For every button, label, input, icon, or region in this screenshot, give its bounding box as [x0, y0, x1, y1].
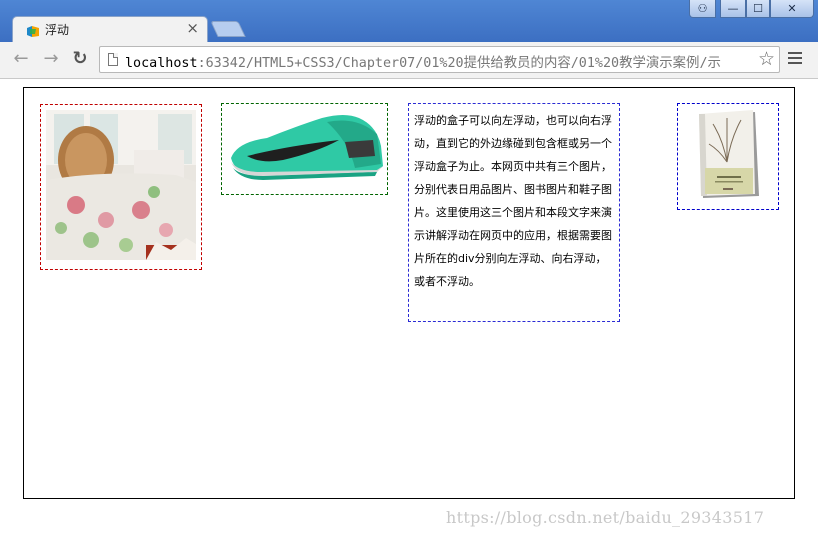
address-url[interactable]: localhost:63342/HTML5+CSS3/Chapter07/01%… [125, 51, 755, 71]
close-window-button[interactable]: ✕ [770, 0, 814, 18]
minimize-button[interactable]: — [720, 0, 746, 18]
tab-close-icon[interactable]: × [186, 19, 199, 37]
forward-arrow-icon[interactable]: → [40, 48, 62, 70]
page-viewport: 浮动的盒子可以向左浮动，也可以向右浮动，直到它的外边缘碰到包含框或另一个浮动盒子… [0, 79, 818, 540]
tab-title: 浮动 [45, 23, 70, 37]
float-description-text: 浮动的盒子可以向左浮动，也可以向右浮动，直到它的外边缘碰到包含框或另一个浮动盒子… [414, 114, 612, 288]
bookmark-star-icon[interactable]: ☆ [758, 48, 775, 70]
window-titlebar[interactable]: 浮动 × ⚇ — ☐ ✕ [0, 0, 818, 42]
book-image [697, 110, 763, 200]
user-profile-button[interactable]: ⚇ [689, 0, 716, 18]
watermark-text: https://blog.csdn.net/baidu_29343517 [446, 508, 765, 527]
tab-active[interactable]: 浮动 × [12, 16, 208, 42]
favicon-icon [26, 23, 40, 37]
back-arrow-icon[interactable]: ← [10, 48, 32, 70]
shoe-image-box [221, 103, 388, 195]
page-icon [108, 53, 118, 66]
text-box: 浮动的盒子可以向左浮动，也可以向右浮动，直到它的外边缘碰到包含框或另一个浮动盒子… [408, 103, 620, 322]
url-path: :63342/HTML5+CSS3/Chapter07/01%20提供给教员的内… [197, 56, 721, 71]
maximize-button[interactable]: ☐ [746, 0, 770, 18]
shoe-image [227, 112, 385, 182]
url-host: localhost [125, 56, 198, 71]
bed-image-box [40, 104, 202, 270]
address-bar[interactable]: localhost:63342/HTML5+CSS3/Chapter07/01%… [99, 46, 780, 73]
reload-icon[interactable]: ↻ [69, 48, 91, 70]
bed-image [46, 110, 196, 260]
float-container: 浮动的盒子可以向左浮动，也可以向右浮动，直到它的外边缘碰到包含框或另一个浮动盒子… [23, 87, 795, 499]
new-tab-button[interactable] [210, 21, 246, 37]
menu-icon[interactable] [788, 52, 802, 66]
book-image-box [677, 103, 779, 210]
browser-toolbar: ← → ↻ localhost:63342/HTML5+CSS3/Chapter… [0, 42, 818, 79]
